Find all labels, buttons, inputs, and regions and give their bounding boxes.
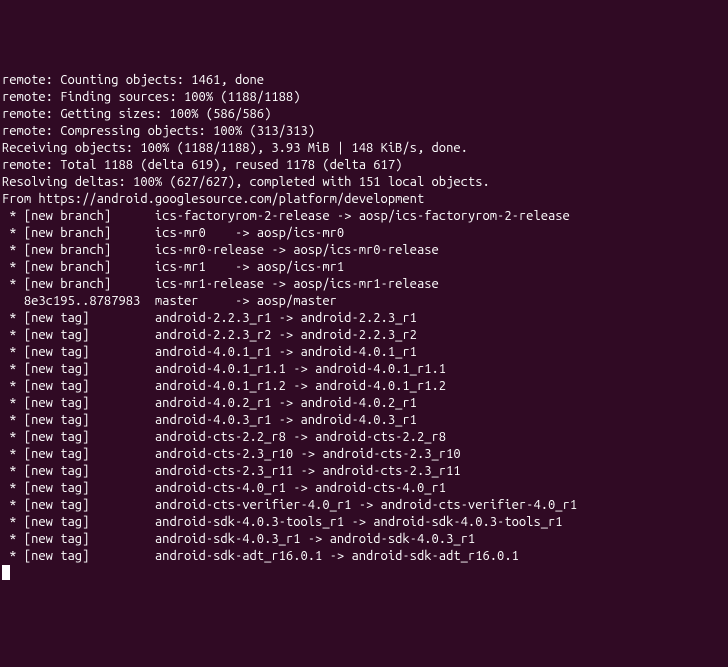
terminal-line: * [new tag] android-2.2.3_r2 -> android-…: [2, 327, 726, 344]
terminal-line: remote: Counting objects: 1461, done: [2, 72, 726, 89]
terminal-line: * [new tag] android-cts-2.3_r11 -> andro…: [2, 463, 726, 480]
terminal-line: * [new tag] android-4.0.1_r1.2 -> androi…: [2, 378, 726, 395]
cursor-block-icon: [2, 565, 10, 580]
terminal-line: * [new branch] ics-mr0 -> aosp/ics-mr0: [2, 225, 726, 242]
terminal-line: * [new branch] ics-mr0-release -> aosp/i…: [2, 242, 726, 259]
terminal-line: * [new tag] android-4.0.2_r1 -> android-…: [2, 395, 726, 412]
terminal-line: * [new tag] android-sdk-4.0.3_r1 -> andr…: [2, 531, 726, 548]
terminal-line: * [new tag] android-4.0.3_r1 -> android-…: [2, 412, 726, 429]
terminal-line: * [new tag] android-2.2.3_r1 -> android-…: [2, 310, 726, 327]
terminal-line: From https://android.googlesource.com/pl…: [2, 191, 726, 208]
terminal-line: * [new tag] android-cts-2.2_r8 -> androi…: [2, 429, 726, 446]
terminal-line: remote: Finding sources: 100% (1188/1188…: [2, 89, 726, 106]
terminal-line: * [new tag] android-sdk-4.0.3-tools_r1 -…: [2, 514, 726, 531]
terminal-line: * [new branch] ics-mr1 -> aosp/ics-mr1: [2, 259, 726, 276]
cursor-line: [2, 565, 726, 582]
terminal-line: * [new branch] ics-factoryrom-2-release …: [2, 208, 726, 225]
terminal-line: * [new tag] android-cts-verifier-4.0_r1 …: [2, 497, 726, 514]
terminal-line: Receiving objects: 100% (1188/1188), 3.9…: [2, 140, 726, 157]
terminal-line: remote: Total 1188 (delta 619), reused 1…: [2, 157, 726, 174]
terminal-line: * [new tag] android-cts-4.0_r1 -> androi…: [2, 480, 726, 497]
terminal-line: remote: Compressing objects: 100% (313/3…: [2, 123, 726, 140]
terminal-line: * [new tag] android-sdk-adt_r16.0.1 -> a…: [2, 548, 726, 565]
terminal-line: 8e3c195..8787983 master -> aosp/master: [2, 293, 726, 310]
terminal-line: * [new tag] android-4.0.1_r1.1 -> androi…: [2, 361, 726, 378]
terminal-line: remote: Getting sizes: 100% (586/586): [2, 106, 726, 123]
terminal-line: * [new branch] ics-mr1-release -> aosp/i…: [2, 276, 726, 293]
terminal-output[interactable]: remote: Counting objects: 1461, doneremo…: [2, 72, 726, 582]
terminal-line: * [new tag] android-4.0.1_r1 -> android-…: [2, 344, 726, 361]
terminal-line: Resolving deltas: 100% (627/627), comple…: [2, 174, 726, 191]
terminal-line: * [new tag] android-cts-2.3_r10 -> andro…: [2, 446, 726, 463]
